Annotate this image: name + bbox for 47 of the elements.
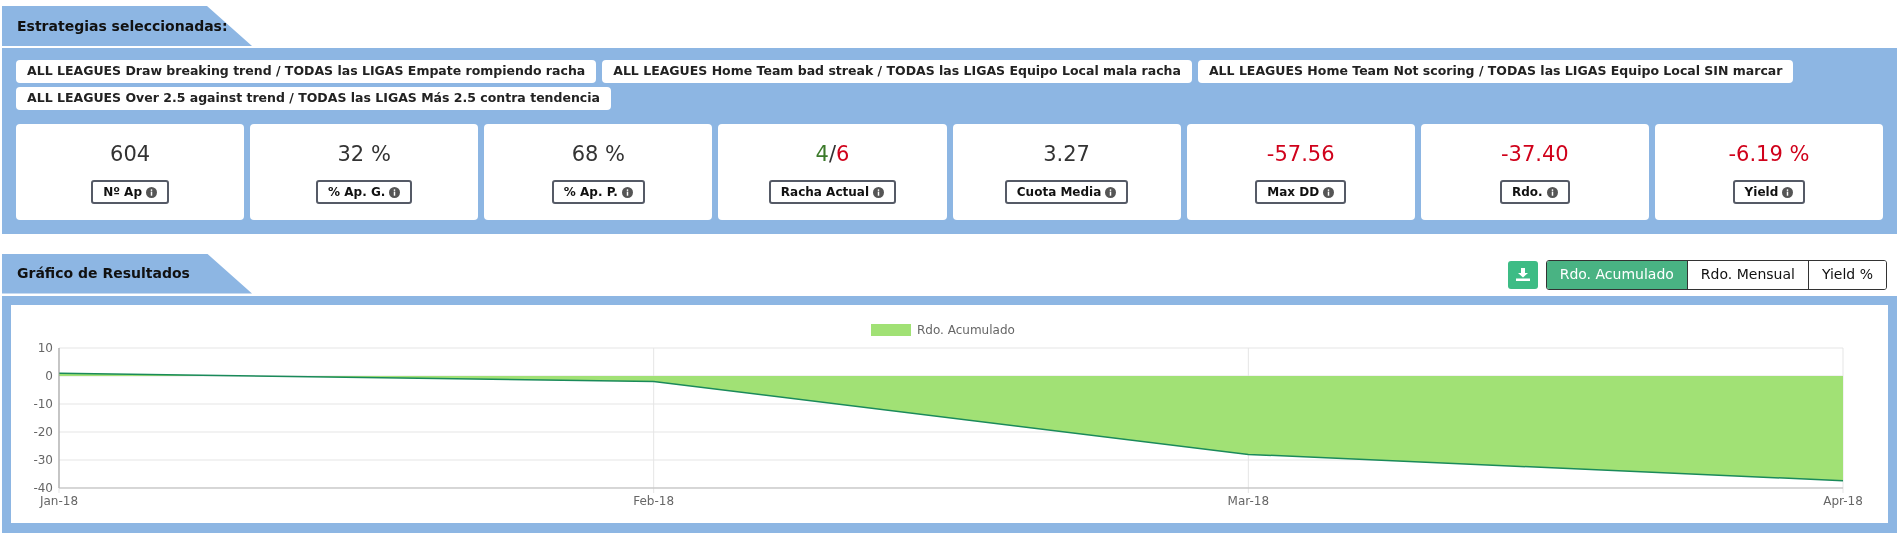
- stat-label: Cuota Media: [1004, 180, 1129, 205]
- stat-label: Yield: [1732, 180, 1806, 205]
- strategy-tag: ALL LEAGUES Draw breaking trend / TODAS las LIGAS Empate rompiendo racha: [16, 60, 597, 83]
- strategy-tag: ALL LEAGUES Over 2.5 against trend / TODAS las LIGAS Más 2.5 contra tendencia: [16, 86, 611, 110]
- stat-label: % Ap. G.: [316, 180, 413, 205]
- stat-value: 3.27: [1043, 140, 1090, 168]
- info-icon: [621, 186, 633, 198]
- stat-value: -57.56: [1266, 140, 1335, 168]
- stat-label: Racha Actual: [768, 180, 896, 205]
- download-icon: [1515, 268, 1530, 281]
- info-icon: [1105, 186, 1117, 198]
- y-tick-label: 10: [37, 340, 53, 355]
- y-tick-label: -20: [33, 424, 53, 439]
- legend-label: Rdo. Acumulado: [917, 322, 1015, 337]
- x-tick-label: Feb-18: [633, 493, 675, 508]
- info-icon: [1323, 186, 1335, 198]
- info-icon: [146, 186, 157, 198]
- section-title: Estrategias seleccionadas:: [17, 16, 228, 36]
- section-title: Gráfico de Resultados: [17, 264, 190, 283]
- stat-value: -6.19 %: [1728, 140, 1810, 168]
- stat-value: 4: [815, 140, 829, 168]
- download-button[interactable]: [1507, 260, 1538, 289]
- x-tick-label: Jan-18: [39, 493, 79, 508]
- stat-label: % Ap. P.: [551, 180, 645, 205]
- info-icon: [873, 186, 884, 198]
- x-tick-label: Apr-18: [1823, 493, 1863, 508]
- stat-value: /: [828, 140, 836, 168]
- chart-mode-tab[interactable]: Yield %: [1807, 260, 1886, 289]
- legend-swatch: [871, 323, 911, 336]
- y-tick-label: -10: [33, 396, 53, 411]
- info-icon: [1546, 186, 1558, 198]
- x-tick-label: Mar-18: [1227, 493, 1270, 508]
- stat-label: Max DD: [1255, 180, 1347, 205]
- stat-value: -37.40: [1500, 140, 1569, 168]
- stat-value: 6: [835, 140, 850, 168]
- y-tick-label: -30: [33, 452, 53, 467]
- stat-value: 604: [110, 140, 151, 168]
- stat-value: 68 %: [571, 140, 625, 168]
- stat-label: Rdo.: [1500, 180, 1570, 205]
- strategy-tag: ALL LEAGUES Home Team bad streak / TODAS las LIGAS Equipo Local mala racha: [602, 60, 1192, 83]
- stat-value: 32 %: [337, 140, 391, 168]
- info-icon: [1782, 186, 1794, 198]
- info-icon: [389, 186, 401, 198]
- y-tick-label: -40: [33, 480, 53, 495]
- strategy-tag: ALL LEAGUES Home Team Not scoring / TODAS las LIGAS Equipo Local SIN marcar: [1197, 60, 1794, 83]
- stat-label: Nº Ap: [91, 180, 169, 205]
- y-tick-label: 0: [45, 368, 53, 383]
